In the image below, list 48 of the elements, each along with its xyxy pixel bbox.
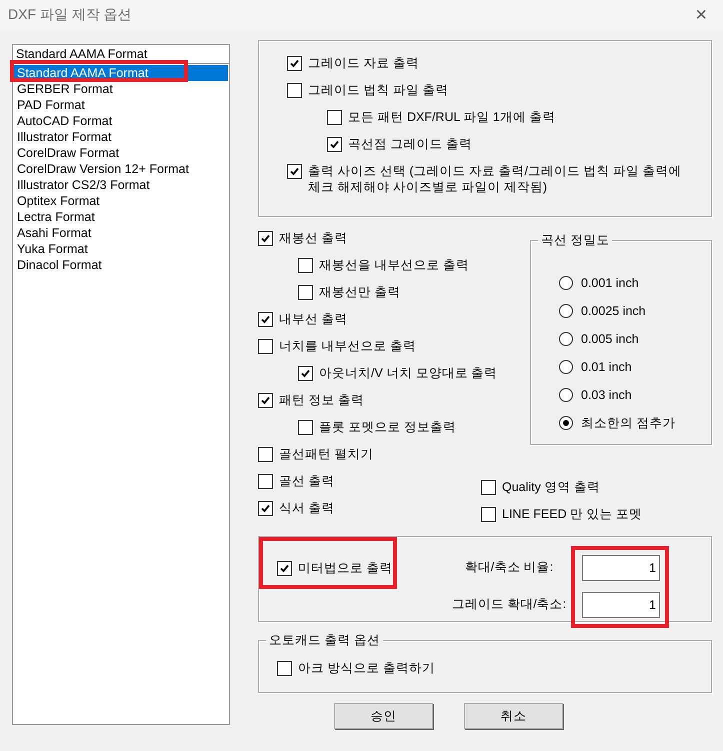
group-title: 곡선 정밀도 <box>538 232 612 248</box>
list-item[interactable]: CorelDraw Version 12+ Format <box>14 161 228 177</box>
checkbox-label: 패턴 정보 출력 <box>279 392 364 408</box>
checkbox-label: 플롯 포멧으로 정보출력 <box>319 419 456 435</box>
checkbox-label: 곡선점 그레이드 출력 <box>348 136 472 152</box>
checkbox-label: 아크 방식으로 출력하기 <box>298 660 435 676</box>
radio-label: 최소한의 점추가 <box>581 414 676 432</box>
number-field[interactable]: 1 <box>582 554 660 580</box>
list-item[interactable]: AutoCAD Format <box>14 113 228 129</box>
checkbox-label: Quality 영역 출력 <box>502 479 600 495</box>
checkbox-label: 재봉선을 내부선으로 출력 <box>319 257 469 273</box>
ok-button[interactable]: 승인 <box>334 703 433 729</box>
checkbox-label: 골선패턴 펼치기 <box>279 446 374 462</box>
field-label: 그레이드 확대/축소: <box>450 596 568 613</box>
checkbox-label: 그레이드 자료 출력 <box>308 55 419 71</box>
list-item[interactable]: Illustrator CS2/3 Format <box>14 177 228 193</box>
list-item[interactable]: CorelDraw Format <box>14 145 228 161</box>
radio-label: 0.03 inch <box>581 388 632 402</box>
cancel-button[interactable]: 취소 <box>464 703 563 729</box>
checkbox-label: 재봉선 출력 <box>279 230 348 246</box>
list-item[interactable]: Dinacol Format <box>14 257 228 273</box>
list-item[interactable]: Illustrator Format <box>14 129 228 145</box>
radio-label: 0.001 inch <box>581 276 639 290</box>
checkbox-label: 골선 출력 <box>279 473 334 489</box>
list-item[interactable]: GERBER Format <box>14 81 228 97</box>
checkbox-label: LINE FEED 만 있는 포멧 <box>502 506 642 522</box>
radio-label: 0.01 inch <box>581 360 632 374</box>
checkbox-label: 재봉선만 출력 <box>319 284 400 300</box>
checkbox-label: 그레이드 법칙 파일 출력 <box>308 82 448 98</box>
number-field[interactable]: 1 <box>582 592 660 618</box>
window-title: DXF 파일 제작 옵션 <box>8 6 132 24</box>
list-item[interactable]: PAD Format <box>14 97 228 113</box>
checkbox-label: 출력 사이즈 선택 (그레이드 자료 출력/그레이드 법칙 파일 출력에 체크 해제해야 사이즈별로 파일이 제작됨) <box>308 163 682 195</box>
list-item[interactable]: Yuka Format <box>14 241 228 257</box>
checkbox-label: 식서 출력 <box>279 500 334 516</box>
group-title: 오토캐드 출력 옵션 <box>266 632 383 648</box>
list-item[interactable]: Lectra Format <box>14 209 228 225</box>
radio-label: 0.0025 inch <box>581 304 646 318</box>
close-button[interactable]: × <box>691 5 711 25</box>
list-item[interactable]: Asahi Format <box>14 225 228 241</box>
radio-label: 0.005 inch <box>581 332 639 346</box>
checkbox-label: 미터법으로 출력 <box>298 560 392 576</box>
field-label: 확대/축소 비율: <box>464 559 554 576</box>
list-item[interactable]: Optitex Format <box>14 193 228 209</box>
checkbox-label: 너치를 내부선으로 출력 <box>279 338 416 354</box>
checkbox-label: 아웃너치/V 너치 모양대로 출력 <box>319 365 498 381</box>
checkbox-label: 모든 패턴 DXF/RUL 파일 1개에 출력 <box>348 109 556 125</box>
checkbox-label: 내부선 출력 <box>279 311 348 327</box>
